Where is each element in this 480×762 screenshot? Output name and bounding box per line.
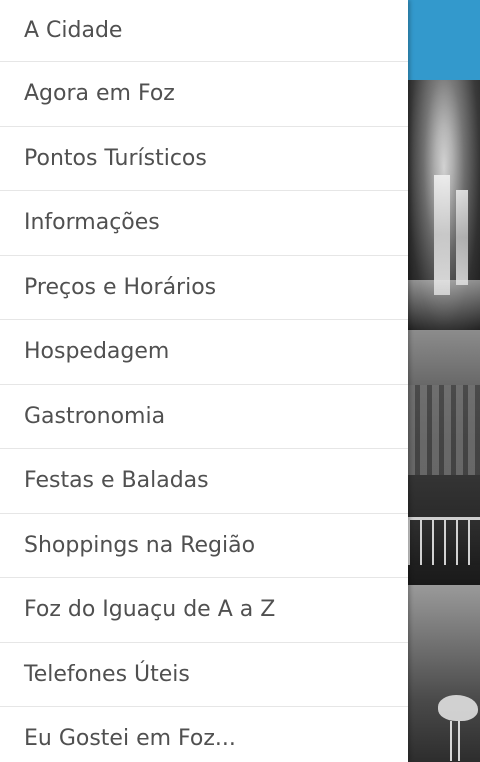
flamingo-shape xyxy=(438,695,478,721)
menu-item-agora-em-foz[interactable]: Agora em Foz xyxy=(0,62,408,127)
menu-item-label: Gastronomia xyxy=(24,403,166,429)
flamingo-leg xyxy=(458,721,460,761)
navigation-drawer: A Cidade Agora em Foz Pontos Turísticos … xyxy=(0,0,408,762)
menu-item-telefones-uteis[interactable]: Telefones Úteis xyxy=(0,643,408,707)
menu-item-label: Festas e Baladas xyxy=(24,468,209,494)
menu-item-label: Preços e Horários xyxy=(24,274,217,300)
menu-item-label: Informações xyxy=(24,210,160,236)
menu-item-eu-gostei-em-foz[interactable]: Eu Gostei em Foz... xyxy=(0,707,408,762)
menu-item-foz-do-iguacu-de-a-a-z[interactable]: Foz do Iguaçu de A a Z xyxy=(0,578,408,643)
menu-item-precos-e-horarios[interactable]: Preços e Horários xyxy=(0,256,408,320)
menu-item-label: Agora em Foz xyxy=(24,81,175,107)
menu-item-gastronomia[interactable]: Gastronomia xyxy=(0,385,408,449)
menu-item-hospedagem[interactable]: Hospedagem xyxy=(0,320,408,385)
flamingo-leg xyxy=(450,721,452,761)
bird-photo[interactable] xyxy=(408,585,480,762)
menu-item-label: Foz do Iguaçu de A a Z xyxy=(24,597,276,623)
waterfall-mist xyxy=(408,280,480,330)
menu-item-a-cidade[interactable]: A Cidade xyxy=(0,0,408,62)
waterfall-photo[interactable] xyxy=(408,80,480,330)
dam-photo[interactable] xyxy=(408,330,480,585)
railing xyxy=(408,520,480,565)
waterfall-stream xyxy=(434,175,450,295)
menu-item-festas-e-baladas[interactable]: Festas e Baladas xyxy=(0,449,408,514)
menu-item-label: Shoppings na Região xyxy=(24,532,256,558)
menu-item-informacoes[interactable]: Informações xyxy=(0,191,408,256)
menu-item-label: Hospedagem xyxy=(24,339,170,365)
drawer-menu: A Cidade Agora em Foz Pontos Turísticos … xyxy=(0,0,408,762)
menu-item-label: Eu Gostei em Foz... xyxy=(24,726,236,752)
menu-item-label: Pontos Turísticos xyxy=(24,145,207,171)
menu-item-label: A Cidade xyxy=(24,18,123,43)
menu-item-shoppings-na-regiao[interactable]: Shoppings na Região xyxy=(0,514,408,578)
menu-item-pontos-turisticos[interactable]: Pontos Turísticos xyxy=(0,127,408,191)
dam-structure xyxy=(408,385,480,475)
menu-item-label: Telefones Úteis xyxy=(24,661,190,687)
waterfall-stream xyxy=(456,190,468,285)
